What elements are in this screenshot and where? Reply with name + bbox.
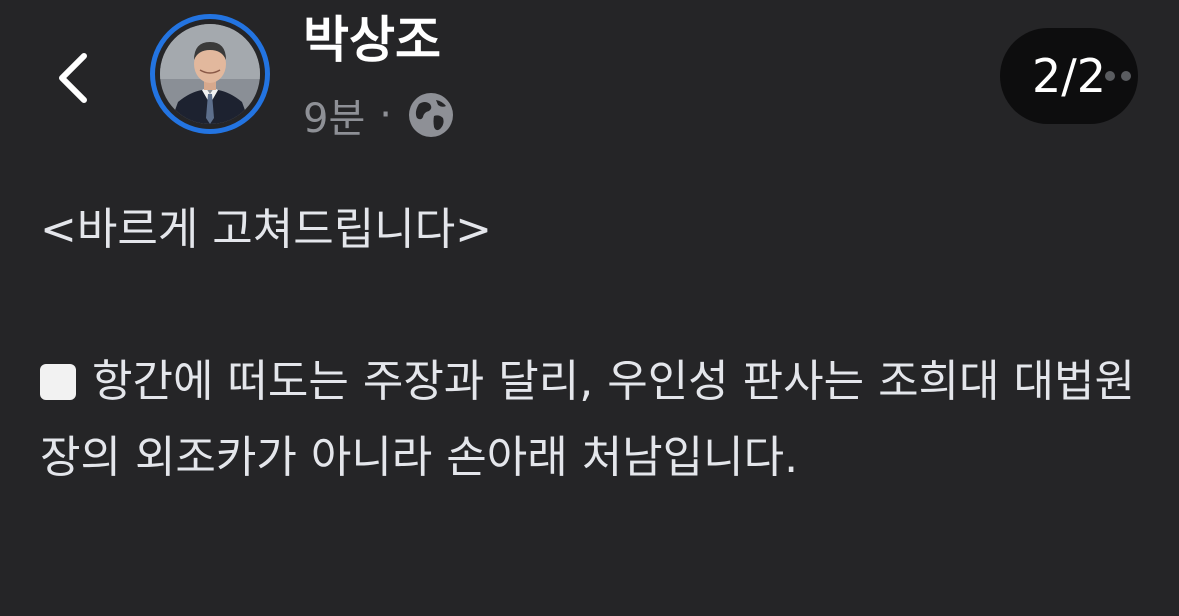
avatar[interactable] — [150, 14, 270, 134]
post-paragraph: 항간에 떠도는 주장과 달리, 우인성 판사는 조희대 대법원장의 외조카가 아… — [40, 344, 1150, 496]
globe-icon — [406, 90, 456, 140]
back-button[interactable] — [44, 40, 108, 116]
post-meta: 9분 · — [303, 86, 456, 144]
post-paragraph-text: 항간에 떠도는 주장과 달리, 우인성 판사는 조희대 대법원장의 외조카가 아… — [40, 356, 1135, 483]
post-heading: <바르게 고쳐드립니다> — [40, 204, 493, 255]
meta-separator: · — [379, 92, 392, 138]
white-square-icon — [40, 364, 76, 400]
chevron-left-icon — [59, 53, 87, 103]
author-name[interactable]: 박상조 — [303, 10, 441, 70]
post-time[interactable]: 9분 — [303, 86, 365, 144]
post-body: <바르게 고쳐드립니다> 항간에 떠도는 주장과 달리, 우인성 판사는 조희대… — [40, 192, 1150, 496]
more-options-icon[interactable] — [1105, 71, 1131, 81]
post-header: 박상조 9분 · 2/2 — [0, 0, 1179, 170]
profile-photo — [160, 24, 260, 124]
